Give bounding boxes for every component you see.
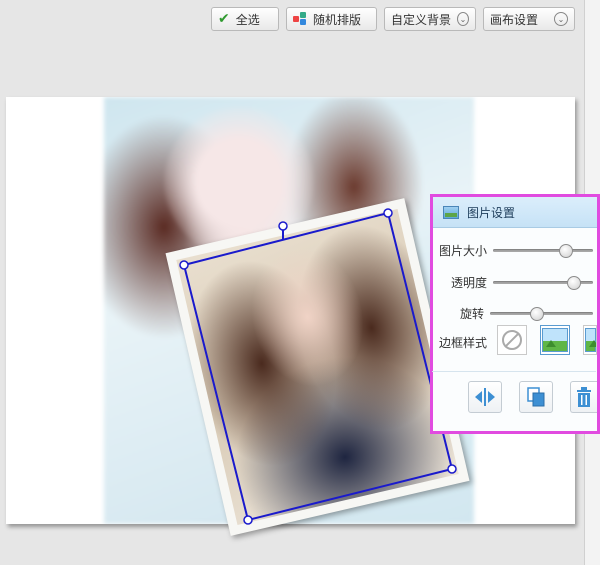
random-layout-button[interactable]: 随机排版 bbox=[286, 7, 377, 31]
flip-button[interactable] bbox=[468, 381, 502, 413]
chevron-down-icon: ⌄ bbox=[457, 12, 469, 26]
custom-background-label: 自定义背景 bbox=[391, 12, 452, 27]
rotate-label: 旋转 bbox=[459, 307, 484, 321]
opacity-slider-thumb[interactable] bbox=[567, 276, 581, 290]
border-style-label: 边框样式 bbox=[438, 336, 487, 350]
rotate-slider-thumb[interactable] bbox=[530, 307, 544, 321]
toolbar: ✔ 全选 随机排版 自定义背景 ⌄ 画布设置 ⌄ bbox=[0, 7, 584, 35]
size-label: 图片大小 bbox=[438, 244, 487, 258]
select-all-label: 全选 bbox=[235, 12, 260, 27]
dice-icon bbox=[293, 12, 307, 26]
chevron-down-icon: ⌄ bbox=[554, 12, 568, 26]
panel-divider bbox=[432, 371, 596, 372]
panel-title: 图片设置 bbox=[467, 205, 516, 220]
copy-button[interactable] bbox=[519, 381, 553, 413]
select-all-button[interactable]: ✔ 全选 bbox=[211, 7, 279, 31]
landscape-icon bbox=[585, 328, 596, 352]
border-style-photo-2[interactable] bbox=[583, 325, 597, 355]
rotate-slider[interactable] bbox=[490, 307, 593, 321]
flip-horizontal-icon bbox=[475, 388, 495, 406]
custom-background-button[interactable]: 自定义背景 ⌄ bbox=[384, 7, 476, 31]
size-slider-thumb[interactable] bbox=[559, 244, 573, 258]
opacity-label: 透明度 bbox=[450, 276, 487, 290]
canvas-settings-label: 画布设置 bbox=[490, 12, 539, 27]
check-icon: ✔ bbox=[218, 11, 230, 27]
random-layout-label: 随机排版 bbox=[313, 12, 362, 27]
canvas-settings-button[interactable]: 画布设置 ⌄ bbox=[483, 7, 575, 31]
photo-content bbox=[176, 208, 459, 526]
size-slider[interactable] bbox=[493, 244, 593, 258]
picture-icon bbox=[443, 205, 459, 219]
landscape-icon bbox=[542, 328, 568, 352]
delete-button[interactable] bbox=[570, 381, 597, 413]
no-border-icon bbox=[502, 330, 522, 350]
border-style-photo[interactable] bbox=[540, 325, 570, 355]
delete-icon bbox=[577, 387, 591, 407]
opacity-slider[interactable] bbox=[493, 276, 593, 290]
border-style-none[interactable] bbox=[497, 325, 527, 355]
panel-header: 图片设置 bbox=[433, 197, 597, 228]
copy-icon bbox=[527, 387, 545, 407]
